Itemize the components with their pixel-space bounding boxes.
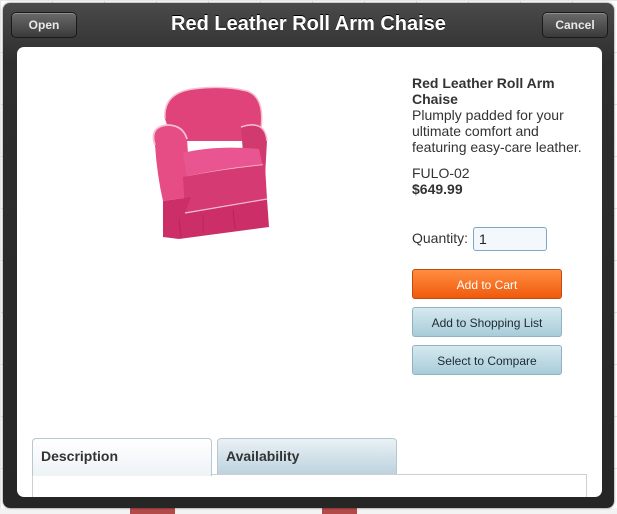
dialog-title: Red Leather Roll Arm Chaise	[171, 13, 446, 35]
product-dialog: Open Red Leather Roll Arm Chaise Cancel	[3, 3, 614, 508]
product-sku: FULO-02	[412, 165, 470, 181]
cancel-button[interactable]: Cancel	[542, 12, 608, 38]
quantity-input[interactable]	[473, 227, 547, 251]
product-details: Red Leather Roll Arm Chaise Plumply padd…	[412, 75, 582, 197]
product-price: $649.99	[412, 181, 463, 197]
select-to-compare-button[interactable]: Select to Compare	[412, 345, 562, 375]
tab-content-border-left	[32, 475, 33, 497]
add-to-shopping-list-button[interactable]: Add to Shopping List	[412, 307, 562, 337]
tab-availability[interactable]: Availability	[217, 438, 397, 474]
open-button[interactable]: Open	[11, 12, 77, 38]
add-to-cart-button[interactable]: Add to Cart	[412, 269, 562, 299]
tab-content-border-right	[586, 475, 587, 497]
armchair-image	[143, 79, 283, 239]
product-panel: Red Leather Roll Arm Chaise Plumply padd…	[17, 47, 602, 497]
product-description: Plumply padded for your ultimate comfort…	[412, 107, 582, 155]
product-name: Red Leather Roll Arm Chaise	[412, 75, 555, 107]
tab-description[interactable]: Description	[32, 438, 212, 476]
background-strip	[0, 508, 617, 514]
quantity-label: Quantity:	[412, 230, 469, 246]
